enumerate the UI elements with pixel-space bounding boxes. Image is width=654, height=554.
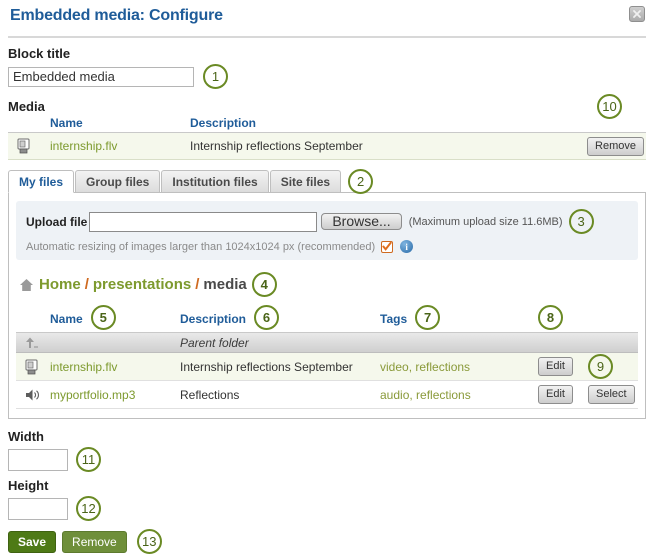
callout-11: 11 — [76, 447, 101, 472]
tab-my-files[interactable]: My files — [8, 170, 75, 193]
breadcrumb-separator: / — [84, 276, 89, 293]
file-col-tags: Tags — [380, 311, 408, 326]
checkmark-icon — [382, 241, 392, 251]
file-row-name[interactable]: internship.flv — [50, 360, 180, 374]
file-list-table: Name 5 Description 6 Tags 7 8 Parent fol… — [16, 305, 638, 409]
file-row-description: Internship reflections September — [180, 359, 353, 374]
remove-button[interactable]: Remove — [62, 530, 127, 553]
tab-institution-files[interactable]: Institution files — [161, 170, 269, 192]
tab-site-files[interactable]: Site files — [269, 170, 342, 192]
media-col-description: Description — [190, 116, 257, 130]
callout-8: 8 — [538, 305, 563, 330]
parent-folder-row[interactable]: Parent folder — [16, 333, 638, 353]
auto-resize-checkbox[interactable] — [381, 240, 394, 253]
remove-media-button[interactable]: Remove — [587, 136, 644, 156]
media-table-header: Name Description — [8, 116, 646, 133]
edit-file-button[interactable]: Edit — [538, 357, 573, 376]
callout-7: 7 — [415, 305, 441, 330]
media-row-name[interactable]: internship.flv — [50, 139, 190, 153]
page-title: Embedded media: Configure — [10, 7, 223, 24]
breadcrumb-separator: / — [195, 276, 200, 293]
callout-10: 10 — [597, 94, 622, 119]
home-icon[interactable] — [19, 278, 34, 292]
close-icon[interactable] — [629, 6, 645, 22]
height-label: Height — [8, 478, 49, 493]
upload-file-input[interactable] — [89, 211, 318, 232]
callout-2: 2 — [348, 169, 374, 194]
breadcrumb-item-media: media — [203, 276, 247, 293]
callout-1: 1 — [203, 64, 228, 89]
block-title-label: Block title — [8, 46, 71, 61]
media-col-name: Name — [50, 116, 83, 130]
callout-9: 9 — [588, 354, 613, 379]
audio-file-icon — [16, 387, 50, 403]
file-list-header: Name 5 Description 6 Tags 7 8 — [16, 305, 638, 333]
tab-group-files[interactable]: Group files — [75, 170, 161, 192]
file-source-tabs: My files Group files Institution files S… — [8, 169, 646, 194]
save-button[interactable]: Save — [8, 530, 57, 553]
video-file-glyph — [17, 138, 30, 154]
callout-12: 12 — [76, 496, 101, 521]
dialog-header: Embedded media: Configure — [0, 0, 654, 32]
table-row: internship.flv Internship reflections Se… — [8, 133, 646, 160]
file-row-description: Reflections — [180, 387, 240, 402]
video-file-icon — [8, 138, 50, 154]
callout-6: 6 — [254, 305, 280, 330]
callout-4: 4 — [251, 272, 277, 297]
up-arrow-icon — [16, 336, 50, 349]
select-file-button[interactable]: Select — [588, 385, 635, 404]
audio-file-glyph — [26, 389, 39, 400]
block-title-input[interactable] — [8, 66, 194, 87]
close-x-glyph — [633, 10, 641, 18]
callout-3: 3 — [568, 209, 594, 234]
callout-13: 13 — [136, 529, 162, 554]
table-row: myportfolio.mp3 Reflections audio, refle… — [16, 381, 638, 409]
callout-5: 5 — [90, 305, 116, 330]
height-input[interactable] — [8, 497, 68, 520]
file-browser-panel: Upload file Browse... (Maximum upload si… — [8, 193, 646, 419]
file-col-icon — [16, 307, 50, 330]
browse-button[interactable]: Browse... — [321, 213, 402, 230]
table-row: internship.flv Internship reflections Se… — [16, 353, 638, 381]
upload-box: Upload file Browse... (Maximum upload si… — [16, 201, 638, 260]
breadcrumb-item-presentations[interactable]: presentations — [93, 276, 191, 293]
file-row-name[interactable]: myportfolio.mp3 — [50, 388, 180, 402]
parent-folder-label: Parent folder — [180, 335, 249, 350]
breadcrumb: Home / presentations / media 4 — [19, 272, 638, 297]
video-file-glyph — [25, 359, 38, 374]
breadcrumb-item-home[interactable]: Home — [39, 276, 81, 293]
width-label: Width — [8, 429, 44, 444]
file-row-tags[interactable]: audio, reflections — [380, 388, 538, 402]
max-upload-size-note: (Maximum upload size 11.6MB) — [408, 215, 563, 228]
file-col-name: Name — [50, 311, 83, 326]
media-section-title: Media — [8, 99, 45, 114]
file-col-description: Description — [180, 311, 247, 326]
media-table: Name Description internship.flv Internsh… — [8, 94, 646, 160]
edit-file-button[interactable]: Edit — [538, 385, 573, 404]
up-arrow-glyph — [26, 337, 38, 348]
file-row-tags[interactable]: video, reflections — [380, 360, 538, 374]
width-input[interactable] — [8, 448, 68, 471]
upload-file-label: Upload file — [26, 214, 88, 229]
video-file-icon — [16, 359, 50, 375]
header-divider — [8, 36, 646, 38]
auto-resize-label: Automatic resizing of images larger than… — [26, 240, 376, 253]
info-icon[interactable]: i — [400, 240, 414, 253]
media-row-description: Internship reflections September — [190, 139, 363, 153]
media-col-icon — [8, 116, 50, 130]
